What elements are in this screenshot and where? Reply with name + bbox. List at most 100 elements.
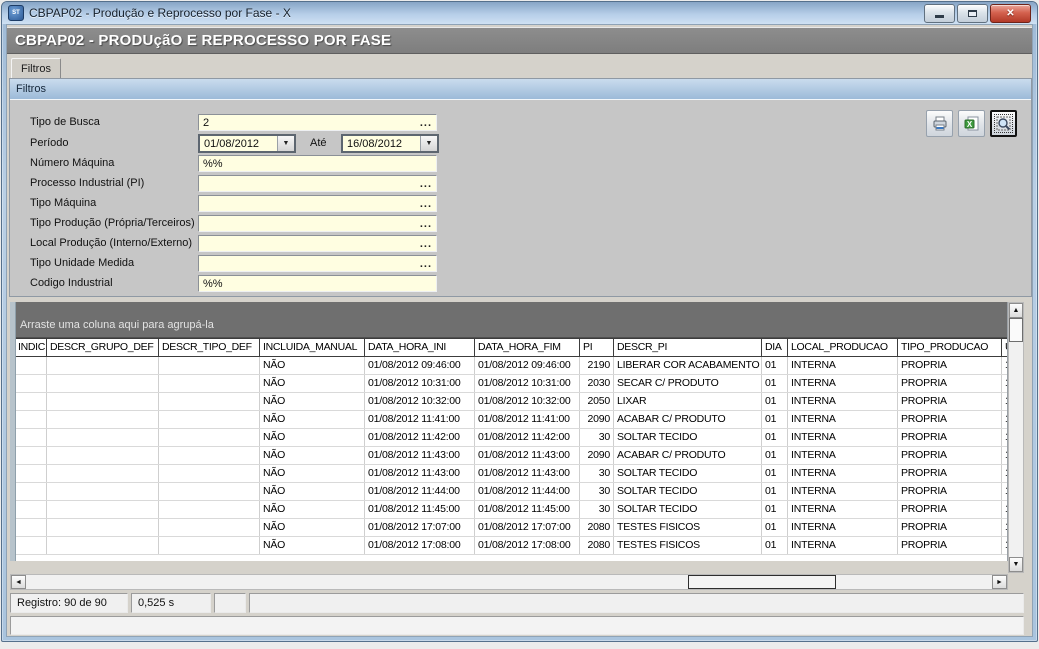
cell-descr_tipo_def[interactable]: [159, 483, 260, 501]
cell-dia[interactable]: 01: [762, 519, 788, 537]
cell-descr_grupo_def[interactable]: [47, 357, 159, 375]
tipo-producao-field[interactable]: ...: [198, 215, 437, 232]
table-row[interactable]: NÃO01/08/2012 11:44:0001/08/2012 11:44:0…: [15, 483, 1007, 501]
cell-local_producao[interactable]: INTERNA: [788, 447, 898, 465]
cell-data_hora_fim[interactable]: 01/08/2012 17:07:00: [475, 519, 580, 537]
cell-data_hora_fim[interactable]: 01/08/2012 11:45:00: [475, 501, 580, 519]
cell-data_hora_ini[interactable]: 01/08/2012 09:46:00: [365, 357, 475, 375]
cell-data_hora_ini[interactable]: 01/08/2012 17:07:00: [365, 519, 475, 537]
cell-local_producao[interactable]: INTERNA: [788, 537, 898, 555]
cell-descr_tipo_def[interactable]: [159, 537, 260, 555]
cell-descr_grupo_def[interactable]: [47, 519, 159, 537]
cell-incluida_manual[interactable]: NÃO: [260, 519, 365, 537]
cell-data_hora_ini[interactable]: 01/08/2012 11:43:00: [365, 447, 475, 465]
cell-data_hora_fim[interactable]: 01/08/2012 17:08:00: [475, 537, 580, 555]
cell-tipo_producao[interactable]: PROPRIA: [898, 519, 1002, 537]
cell-tipo_producao[interactable]: PROPRIA: [898, 483, 1002, 501]
cell-descr_tipo_def[interactable]: [159, 519, 260, 537]
cell-dia[interactable]: 01: [762, 357, 788, 375]
chevron-down-icon[interactable]: ▼: [420, 136, 437, 151]
tipo-busca-field[interactable]: 2 ...: [198, 114, 437, 131]
cell-tipo_producao[interactable]: PROPRIA: [898, 429, 1002, 447]
maximize-button[interactable]: [957, 4, 988, 23]
cell-indic[interactable]: [15, 483, 47, 501]
processo-industrial-field[interactable]: ...: [198, 175, 437, 192]
minimize-button[interactable]: [924, 4, 955, 23]
ellipsis-button[interactable]: ...: [420, 180, 432, 188]
column-header-data_hora_ini[interactable]: DATA_HORA_INI: [365, 339, 475, 357]
scroll-up-icon[interactable]: ▲: [1009, 303, 1023, 318]
cell-indic[interactable]: [15, 393, 47, 411]
table-row[interactable]: NÃO01/08/2012 17:08:0001/08/2012 17:08:0…: [15, 537, 1007, 555]
cell-pi[interactable]: 2050: [580, 393, 614, 411]
cell-data_hora_ini[interactable]: 01/08/2012 10:31:00: [365, 375, 475, 393]
cell-dia[interactable]: 01: [762, 447, 788, 465]
cell-pi[interactable]: 2080: [580, 519, 614, 537]
cell-descr_grupo_def[interactable]: [47, 501, 159, 519]
tipo-maquina-field[interactable]: ...: [198, 195, 437, 212]
cell-local_producao[interactable]: INTERNA: [788, 393, 898, 411]
cell-incluida_manual[interactable]: NÃO: [260, 393, 365, 411]
cell-data_hora_ini[interactable]: 01/08/2012 11:41:00: [365, 411, 475, 429]
ellipsis-button[interactable]: ...: [420, 220, 432, 228]
cell-data_hora_fim[interactable]: 01/08/2012 11:44:00: [475, 483, 580, 501]
cell-data_hora_fim[interactable]: 01/08/2012 09:46:00: [475, 357, 580, 375]
cell-incluida_manual[interactable]: NÃO: [260, 357, 365, 375]
cell-incluida_manual[interactable]: NÃO: [260, 375, 365, 393]
ellipsis-button[interactable]: ...: [420, 119, 432, 127]
cell-indic[interactable]: [15, 447, 47, 465]
cell-local_producao[interactable]: INTERNA: [788, 519, 898, 537]
cell-descr_tipo_def[interactable]: [159, 447, 260, 465]
column-header-descr_grupo_def[interactable]: DESCR_GRUPO_DEF: [47, 339, 159, 357]
cell-pi[interactable]: 2080: [580, 537, 614, 555]
cell-tipo_producao[interactable]: PROPRIA: [898, 393, 1002, 411]
cell-descr_pi[interactable]: ACABAR C/ PRODUTO: [614, 411, 762, 429]
cell-descr_grupo_def[interactable]: [47, 411, 159, 429]
cell-descr_grupo_def[interactable]: [47, 393, 159, 411]
cell-u[interactable]: 11: [1002, 357, 1007, 375]
column-header-u[interactable]: U: [1002, 339, 1007, 357]
periodo-to-combobox[interactable]: 16/08/2012 ▼: [341, 134, 439, 153]
cell-dia[interactable]: 01: [762, 483, 788, 501]
table-row[interactable]: NÃO01/08/2012 10:32:0001/08/2012 10:32:0…: [15, 393, 1007, 411]
periodo-from-combobox[interactable]: 01/08/2012 ▼: [198, 134, 296, 153]
cell-data_hora_ini[interactable]: 01/08/2012 10:32:00: [365, 393, 475, 411]
cell-descr_tipo_def[interactable]: [159, 411, 260, 429]
cell-dia[interactable]: 01: [762, 411, 788, 429]
cell-descr_pi[interactable]: TESTES FISICOS: [614, 537, 762, 555]
cell-incluida_manual[interactable]: NÃO: [260, 501, 365, 519]
cell-dia[interactable]: 01: [762, 375, 788, 393]
cell-descr_pi[interactable]: SOLTAR TECIDO: [614, 501, 762, 519]
cell-tipo_producao[interactable]: PROPRIA: [898, 537, 1002, 555]
print-button[interactable]: [926, 110, 953, 137]
cell-indic[interactable]: [15, 375, 47, 393]
group-by-bar[interactable]: Arraste uma coluna aqui para agrupá-la: [10, 302, 1007, 338]
search-button[interactable]: [990, 110, 1017, 137]
column-header-indic[interactable]: INDIC: [15, 339, 47, 357]
cell-data_hora_ini[interactable]: 01/08/2012 11:42:00: [365, 429, 475, 447]
cell-u[interactable]: 11: [1002, 429, 1007, 447]
cell-incluida_manual[interactable]: NÃO: [260, 465, 365, 483]
cell-indic[interactable]: [15, 357, 47, 375]
export-excel-button[interactable]: X: [958, 110, 985, 137]
cell-pi[interactable]: 30: [580, 483, 614, 501]
cell-data_hora_fim[interactable]: 01/08/2012 10:31:00: [475, 375, 580, 393]
horizontal-scrollbar[interactable]: ◄ ►: [10, 574, 1008, 590]
cell-pi[interactable]: 30: [580, 465, 614, 483]
cell-descr_tipo_def[interactable]: [159, 465, 260, 483]
cell-local_producao[interactable]: INTERNA: [788, 429, 898, 447]
cell-u[interactable]: 11: [1002, 375, 1007, 393]
cell-dia[interactable]: 01: [762, 465, 788, 483]
cell-u[interactable]: 11: [1002, 519, 1007, 537]
vertical-scrollbar[interactable]: ▲ ▼: [1008, 302, 1024, 573]
cell-descr_tipo_def[interactable]: [159, 357, 260, 375]
cell-indic[interactable]: [15, 519, 47, 537]
table-row[interactable]: NÃO01/08/2012 11:43:0001/08/2012 11:43:0…: [15, 447, 1007, 465]
cell-tipo_producao[interactable]: PROPRIA: [898, 501, 1002, 519]
cell-data_hora_ini[interactable]: 01/08/2012 17:08:00: [365, 537, 475, 555]
cell-dia[interactable]: 01: [762, 501, 788, 519]
cell-descr_grupo_def[interactable]: [47, 465, 159, 483]
cell-u[interactable]: 11: [1002, 483, 1007, 501]
cell-indic[interactable]: [15, 429, 47, 447]
cell-descr_grupo_def[interactable]: [47, 447, 159, 465]
